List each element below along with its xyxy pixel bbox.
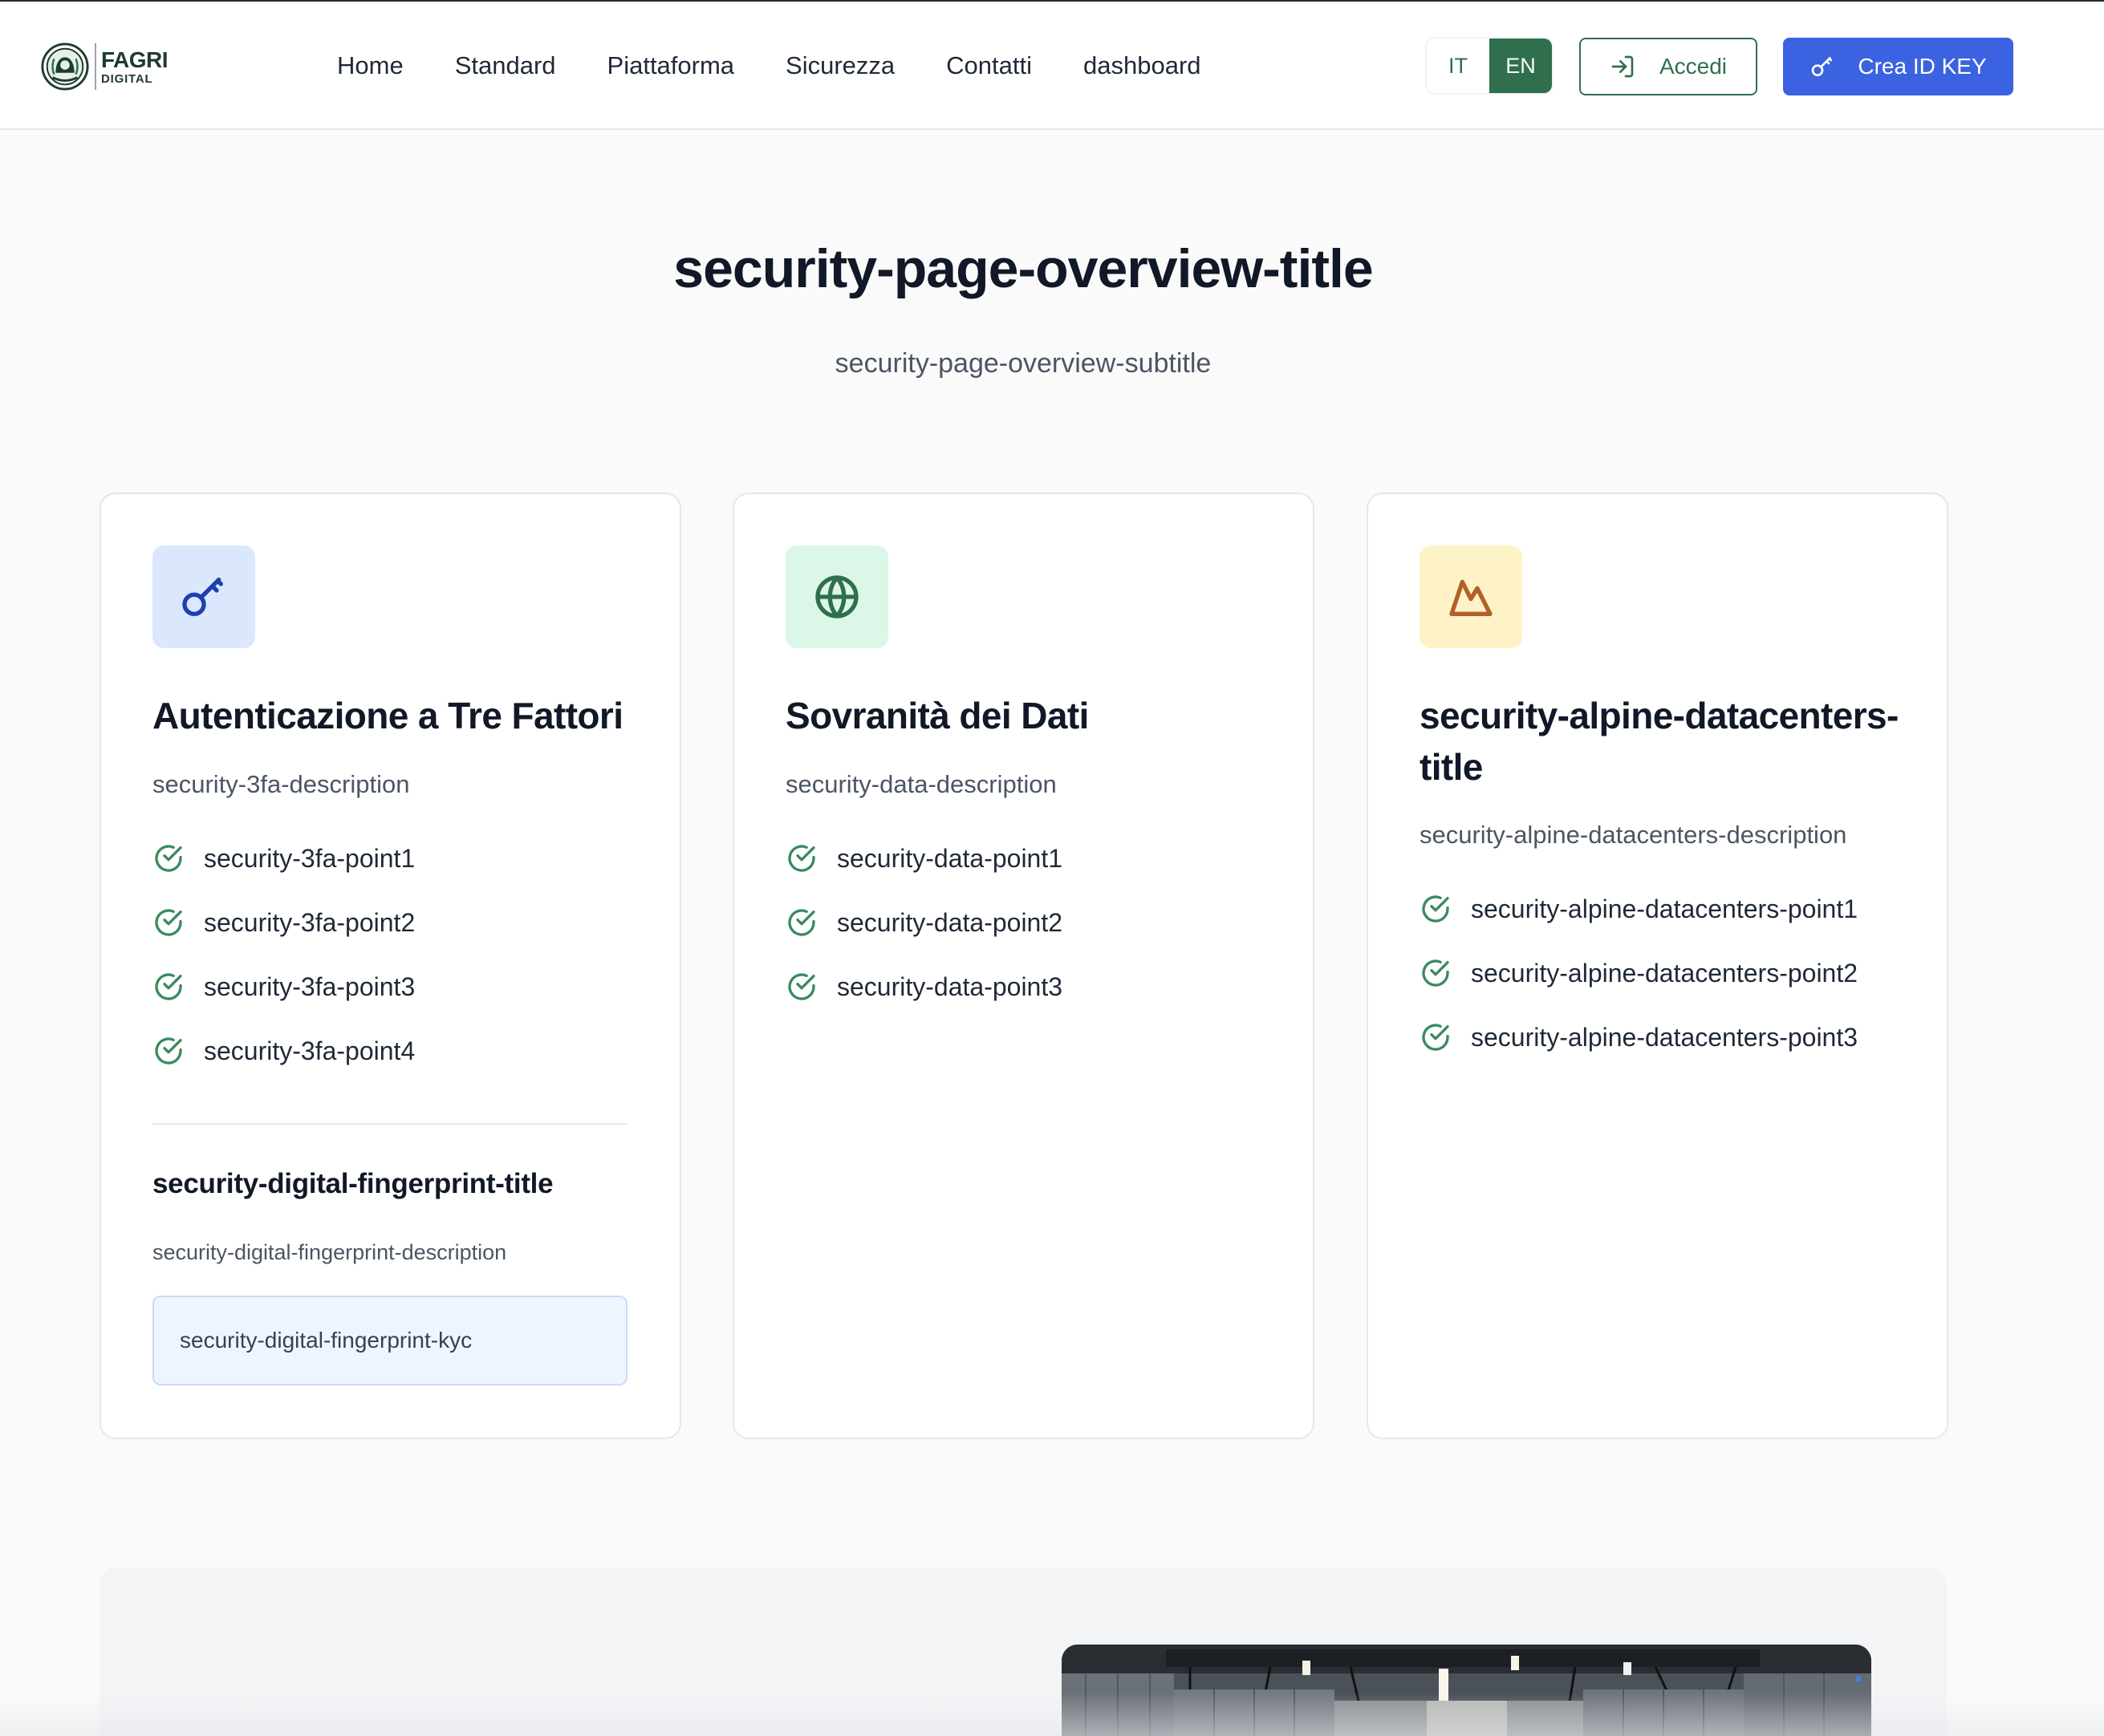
list-item: security-data-point2 <box>786 890 1283 955</box>
check-circle-icon <box>155 973 182 1000</box>
card-divider <box>152 1123 628 1125</box>
datacenter-image <box>1062 1645 1871 1736</box>
point-label: security-3fa-point1 <box>204 843 416 873</box>
card-title: Autenticazione a Tre Fattori <box>152 695 623 736</box>
card-icon-tile <box>152 546 255 648</box>
card-icon-tile <box>786 546 888 648</box>
login-label: Accedi <box>1659 54 1728 79</box>
key-icon <box>182 578 223 616</box>
nav-standard[interactable]: Standard <box>455 51 556 80</box>
list-item: security-alpine-datacenters-point3 <box>1420 1005 1917 1069</box>
lang-it-button[interactable]: IT <box>1427 39 1489 93</box>
card-icon-tile <box>1420 546 1522 648</box>
card-title: security-alpine-datacenters-title <box>1420 695 1899 788</box>
list-item: security-data-point3 <box>786 955 1283 1019</box>
card-description: security-alpine-datacenters-description <box>1420 821 1847 849</box>
site-header: FAGRI DIGITAL Home Standard Piattaforma … <box>0 2 2104 130</box>
point-label: security-data-point2 <box>837 907 1063 937</box>
feature-card-data-sovereignty: Sovranità dei Dati security-data-descrip… <box>733 493 1314 1439</box>
point-label: security-alpine-datacenters-point2 <box>1471 958 1858 988</box>
list-item: security-3fa-point1 <box>152 826 650 890</box>
point-label: security-data-point1 <box>837 843 1063 873</box>
fingerprint-kyc-box: security-digital-fingerprint-kyc <box>152 1296 628 1385</box>
nav-home[interactable]: Home <box>337 51 404 80</box>
list-item: security-3fa-point2 <box>152 890 650 955</box>
list-item: security-alpine-datacenters-point2 <box>1420 941 1917 1005</box>
mountain-icon <box>1449 579 1493 616</box>
point-label: security-3fa-point4 <box>204 1036 416 1065</box>
nav-piattaforma[interactable]: Piattaforma <box>607 51 735 80</box>
card-points: security-alpine-datacenters-point1 secur… <box>1420 877 1917 1069</box>
list-item: security-3fa-point4 <box>152 1019 650 1083</box>
nav-dashboard[interactable]: dashboard <box>1083 51 1201 80</box>
brand-logo[interactable]: FAGRI DIGITAL <box>40 40 169 93</box>
point-label: security-3fa-point2 <box>204 907 416 937</box>
card-title: Sovranità dei Dati <box>786 695 1089 736</box>
list-item: security-alpine-datacenters-point1 <box>1420 877 1917 941</box>
check-circle-icon <box>788 845 815 872</box>
logo-emblem-icon <box>41 43 89 91</box>
card-points: security-data-point1 security-data-point… <box>786 826 1283 1019</box>
fingerprint-title: security-digital-fingerprint-title <box>152 1168 554 1199</box>
login-button[interactable]: Accedi <box>1579 38 1757 95</box>
feature-card-alpine-datacenters: security-alpine-datacenters-title securi… <box>1367 493 1948 1439</box>
nav-sicurezza[interactable]: Sicurezza <box>786 51 895 80</box>
list-item: security-3fa-point3 <box>152 955 650 1019</box>
feature-card-3fa: Autenticazione a Tre Fattori security-3f… <box>100 493 681 1439</box>
check-circle-icon <box>155 845 182 872</box>
card-description: security-data-description <box>786 770 1057 798</box>
point-label: security-alpine-datacenters-point3 <box>1471 1022 1858 1052</box>
globe-icon <box>815 575 859 619</box>
create-id-key-label: Crea ID KEY <box>1858 54 1987 79</box>
point-label: security-alpine-datacenters-point1 <box>1471 894 1858 923</box>
check-circle-icon <box>788 973 815 1000</box>
logo-divider <box>95 43 96 90</box>
logo-wordmark: FAGRI DIGITAL <box>101 47 169 86</box>
key-icon <box>1812 57 1833 76</box>
overview-title: security-page-overview-title <box>673 238 1373 299</box>
point-label: security-data-point3 <box>837 971 1063 1001</box>
language-switcher: IT EN <box>1425 37 1554 95</box>
login-icon <box>1611 55 1634 78</box>
card-points: security-3fa-point1 security-3fa-point2 … <box>152 826 650 1083</box>
fingerprint-description: security-digital-fingerprint-description <box>152 1240 507 1264</box>
check-circle-icon <box>1422 959 1449 987</box>
check-circle-icon <box>155 1037 182 1065</box>
list-item: security-data-point1 <box>786 826 1283 890</box>
overview-subtitle: security-page-overview-subtitle <box>835 348 1212 379</box>
logo-line2: DIGITAL <box>101 71 153 86</box>
create-id-key-button[interactable]: Crea ID KEY <box>1783 38 2013 95</box>
main-nav: Home Standard Piattaforma Sicurezza Cont… <box>337 2 1201 130</box>
nav-contatti[interactable]: Contatti <box>946 51 1032 80</box>
check-circle-icon <box>788 909 815 936</box>
check-circle-icon <box>155 909 182 936</box>
server-room-illustration <box>1062 1645 1871 1736</box>
lang-en-button[interactable]: EN <box>1489 39 1552 93</box>
point-label: security-3fa-point3 <box>204 971 416 1001</box>
card-description: security-3fa-description <box>152 770 410 798</box>
logo-line1: FAGRI <box>101 47 169 72</box>
check-circle-icon <box>1422 1024 1449 1051</box>
page: FAGRI DIGITAL Home Standard Piattaforma … <box>0 0 2104 1736</box>
check-circle-icon <box>1422 895 1449 923</box>
